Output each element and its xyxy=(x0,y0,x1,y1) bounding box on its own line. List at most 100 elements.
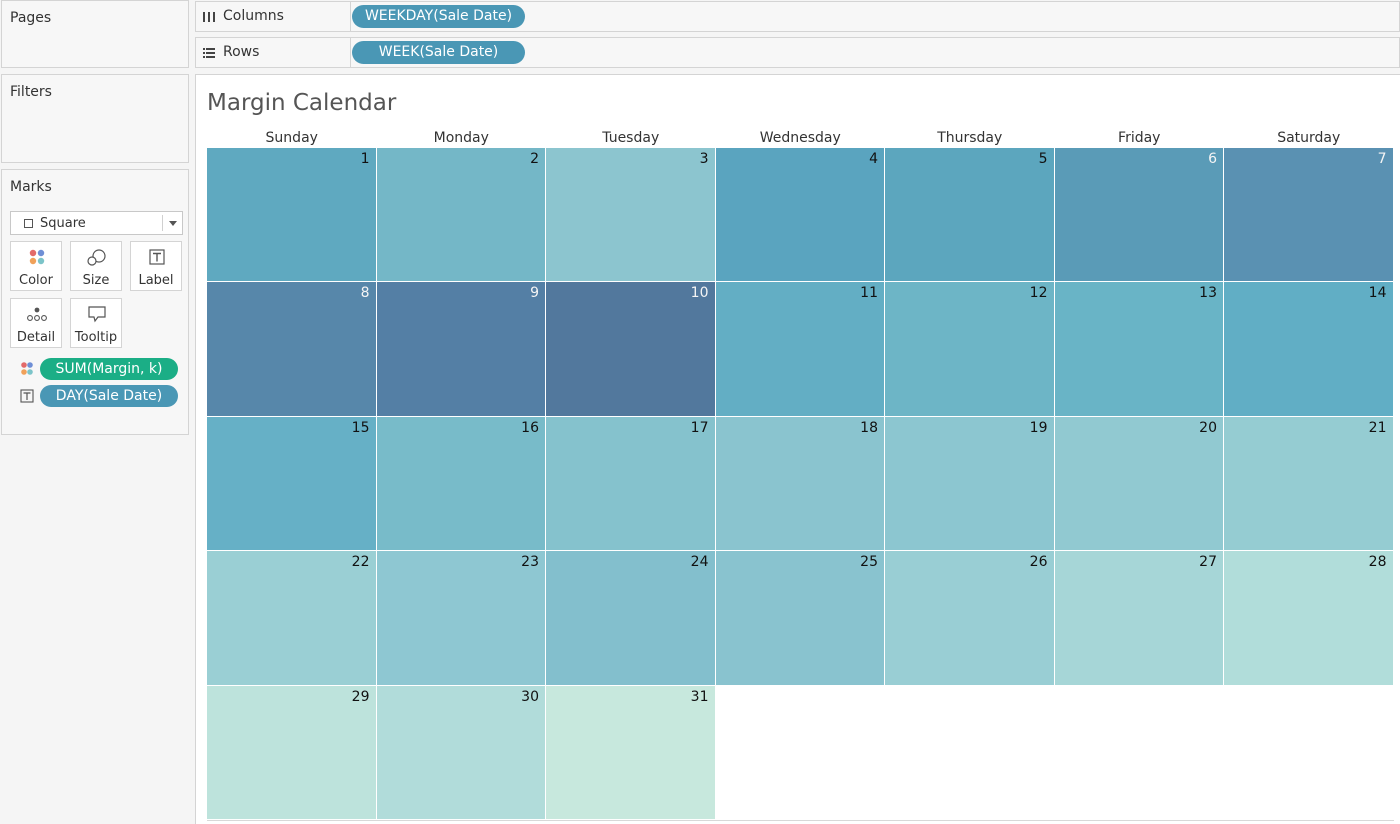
day-number-label: 20 xyxy=(1199,419,1217,436)
size-button-label: Size xyxy=(82,273,110,288)
label-button-label: Label xyxy=(138,273,174,288)
columns-shelf[interactable]: Columns WEEKDAY(Sale Date) xyxy=(195,1,1400,32)
calendar-cell-day-13[interactable]: 13 xyxy=(1054,282,1224,417)
day-number-label: 6 xyxy=(1208,151,1217,167)
calendar-cell-day-19[interactable]: 19 xyxy=(885,416,1055,552)
calendar-cell-day-27[interactable]: 27 xyxy=(1054,551,1224,686)
day-number-label: 23 xyxy=(521,554,539,571)
day-number-label: 3 xyxy=(699,151,709,167)
calendar-cell-day-6[interactable]: 6 xyxy=(1054,148,1224,283)
calendar-cell-day-24[interactable]: 24 xyxy=(546,551,716,686)
detail-dots-icon xyxy=(27,307,47,321)
day-number-label: 21 xyxy=(1368,419,1387,436)
day-number-label: 26 xyxy=(1029,554,1048,571)
rows-icon xyxy=(203,48,215,58)
calendar-cell-day-21[interactable]: 21 xyxy=(1224,416,1394,552)
calendar-cell-day-5[interactable]: 5 xyxy=(885,148,1055,283)
calendar-cell-day-9[interactable]: 9 xyxy=(376,282,546,417)
calendar-cell-day-31[interactable]: 31 xyxy=(546,685,716,820)
weekday-header-saturday: Saturday xyxy=(1277,130,1341,146)
calendar-cell-day-10[interactable]: 10 xyxy=(546,282,716,417)
calendar-cell-day-25[interactable]: 25 xyxy=(715,551,885,686)
weekday-header-friday: Friday xyxy=(1118,130,1161,146)
calendar-cell-day-28[interactable]: 28 xyxy=(1224,551,1394,686)
day-number-label: 11 xyxy=(860,285,878,302)
calendar-cell-day-22[interactable]: 22 xyxy=(207,551,377,686)
calendar-cell-day-17[interactable]: 17 xyxy=(546,416,716,552)
detail-button[interactable]: Detail xyxy=(10,298,62,348)
calendar-cell-day-3[interactable]: 3 xyxy=(546,148,716,283)
day-number-label: 19 xyxy=(1029,419,1048,436)
weekday-header-wednesday: Wednesday xyxy=(759,130,841,146)
pages-title: Pages xyxy=(10,10,52,26)
size-circles-icon xyxy=(87,249,106,266)
mark-type-dropdown[interactable]: Square xyxy=(10,211,183,235)
color-button[interactable]: Color xyxy=(10,241,62,291)
weekday-sale-date-pill[interactable]: WEEKDAY(Sale Date) xyxy=(352,5,525,28)
calendar-cell-day-1[interactable]: 1 xyxy=(207,148,377,283)
calendar-cell-day-26[interactable]: 26 xyxy=(885,551,1055,686)
day-number-label: 27 xyxy=(1199,554,1217,571)
weekday-header-monday: Monday xyxy=(433,130,489,146)
day-sale-date-pill[interactable]: DAY(Sale Date) xyxy=(40,385,178,407)
day-number-label: 24 xyxy=(690,554,709,571)
day-number-label: 10 xyxy=(690,285,709,302)
day-number-label: 14 xyxy=(1368,285,1387,302)
calendar-cell-day-20[interactable]: 20 xyxy=(1054,416,1224,552)
calendar-grid: 1 2 3 4 5 6 7 8 9 10 11 12 13 14 15 16 17 18 19 20 21 22 23 24 2… xyxy=(207,148,1394,820)
day-number-label: 15 xyxy=(351,419,370,436)
calendar-cell-day-23[interactable]: 23 xyxy=(376,551,546,686)
color-dots-icon xyxy=(21,362,33,375)
mark-type-value: Square xyxy=(40,216,86,231)
day-number-label: 9 xyxy=(530,285,539,302)
day-number-label: 30 xyxy=(521,688,539,705)
calendar-cell-day-16[interactable]: 16 xyxy=(376,416,546,552)
filters-card[interactable]: Filters xyxy=(1,74,189,163)
calendar-cell-day-30[interactable]: 30 xyxy=(376,685,546,820)
label-t-icon xyxy=(149,249,165,265)
day-number-label: 13 xyxy=(1199,285,1217,302)
label-button[interactable]: Label xyxy=(130,241,182,291)
rows-label: Rows xyxy=(223,44,260,60)
day-number-label: 29 xyxy=(351,688,370,705)
size-button[interactable]: Size xyxy=(70,241,122,291)
calendar-cell-day-12[interactable]: 12 xyxy=(885,282,1055,417)
detail-button-label: Detail xyxy=(16,330,56,345)
week-sale-date-pill[interactable]: WEEK(Sale Date) xyxy=(352,41,525,64)
calendar-cell-day-18[interactable]: 18 xyxy=(715,416,885,552)
day-number-label: 7 xyxy=(1377,151,1387,167)
weekday-header-thursday: Thursday xyxy=(937,130,1003,146)
day-number-label: 28 xyxy=(1368,554,1387,571)
calendar-cell-day-11[interactable]: 11 xyxy=(715,282,885,417)
calendar-cell-day-29[interactable]: 29 xyxy=(207,685,377,820)
calendar-cell-day-4[interactable]: 4 xyxy=(715,148,885,283)
calendar-cell-day-14[interactable]: 14 xyxy=(1224,282,1394,417)
calendar-cell-day-8[interactable]: 8 xyxy=(207,282,377,417)
color-button-label: Color xyxy=(19,273,53,288)
marks-title: Marks xyxy=(10,179,52,195)
calendar-cell-day-7[interactable]: 7 xyxy=(1224,148,1394,283)
weekday-header: Sunday Monday Tuesday Wednesday Thursday Frid… xyxy=(207,130,1394,148)
day-number-label: 12 xyxy=(1029,285,1048,302)
marks-card: Marks Square Color Size Label Detail Too… xyxy=(1,169,189,435)
mark-field-row-color: SUM(Margin, k) xyxy=(2,358,190,380)
pages-card[interactable]: Pages xyxy=(1,0,189,68)
calendar-cell-day-2[interactable]: 2 xyxy=(376,148,546,283)
day-number-label: 31 xyxy=(690,688,709,705)
square-icon xyxy=(24,219,33,228)
tooltip-button-label: Tooltip xyxy=(74,330,118,345)
sum-margin-pill[interactable]: SUM(Margin, k) xyxy=(40,358,178,380)
day-number-label: 18 xyxy=(860,419,878,436)
day-number-label: 17 xyxy=(690,419,709,436)
color-dots-icon xyxy=(29,249,45,265)
tooltip-button[interactable]: Tooltip xyxy=(70,298,122,348)
viz-title: Margin Calendar xyxy=(207,90,397,116)
mark-field-row-label: DAY(Sale Date) xyxy=(2,385,190,407)
columns-label: Columns xyxy=(223,8,284,24)
weekday-header-tuesday: Tuesday xyxy=(602,130,660,146)
day-number-label: 8 xyxy=(360,285,370,302)
calendar-cell-day-15[interactable]: 15 xyxy=(207,416,377,552)
weekday-header-sunday: Sunday xyxy=(265,130,318,146)
rows-shelf[interactable]: Rows WEEK(Sale Date) xyxy=(195,37,1400,68)
chevron-down-icon xyxy=(169,221,177,226)
